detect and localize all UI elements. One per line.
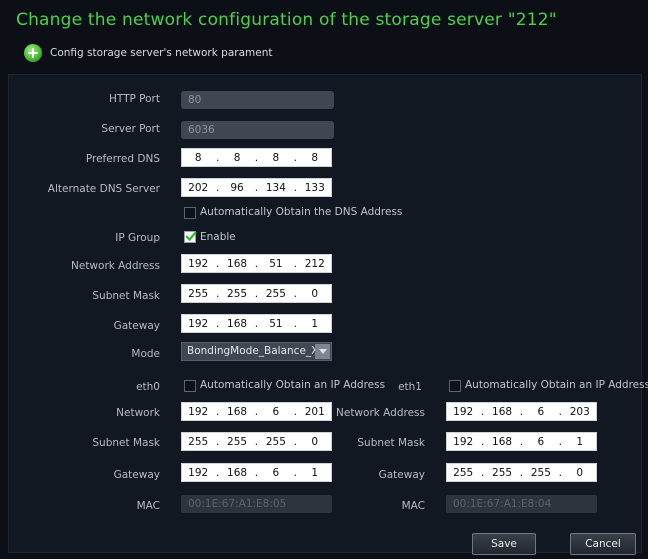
save-button[interactable]: Save	[472, 533, 536, 555]
eth1-network-address-input[interactable]: 192. 168. 6. 203	[446, 402, 597, 421]
server-port-field: 6036	[181, 121, 334, 139]
ip-octet[interactable]: 255	[183, 436, 213, 448]
ip-octet[interactable]: 192	[183, 318, 213, 330]
ip-octet[interactable]: 6	[261, 467, 291, 479]
ip-octet[interactable]: 255	[261, 288, 291, 300]
eth1-network-address-label: Network Address	[336, 407, 425, 419]
network-config-dialog: Change the network configuration of the …	[0, 0, 648, 559]
ip-octet[interactable]: 8	[300, 152, 330, 164]
chevron-down-icon[interactable]	[315, 344, 330, 359]
ip-octet[interactable]: 255	[448, 467, 478, 479]
ip-group-label: IP Group	[115, 232, 160, 244]
ip-octet[interactable]: 8	[261, 152, 291, 164]
eth1-mac-field: 00:1E:67:A1:E8:04	[446, 495, 597, 513]
subheader-text: Config storage server's network parament	[50, 47, 273, 59]
subnet-mask-label: Subnet Mask	[92, 290, 160, 302]
eth1-gateway-label: Gateway	[378, 469, 425, 481]
cancel-button[interactable]: Cancel	[570, 533, 636, 555]
eth0-network-input[interactable]: 192. 168. 6. 201	[181, 402, 332, 421]
ip-octet[interactable]: 192	[448, 436, 478, 448]
eth0-subnet-mask-input[interactable]: 255. 255. 255. 0	[181, 432, 332, 451]
auto-dns-checkbox[interactable]	[184, 207, 196, 219]
eth1-subnet-mask-input[interactable]: 192. 168. 6. 1	[446, 432, 597, 451]
ip-octet[interactable]: 0	[300, 288, 330, 300]
network-address-label: Network Address	[71, 260, 160, 272]
ip-octet[interactable]: 8	[222, 152, 252, 164]
http-port-label: HTTP Port	[108, 93, 160, 105]
eth0-label: eth0	[136, 381, 160, 393]
ip-octet[interactable]: 255	[222, 288, 252, 300]
ip-octet[interactable]: 0	[565, 467, 595, 479]
eth1-subnet-mask-label: Subnet Mask	[357, 437, 425, 449]
ip-octet[interactable]: 6	[261, 406, 291, 418]
preferred-dns-input[interactable]: 8. 8. 8. 8	[181, 148, 332, 167]
ip-octet[interactable]: 0	[300, 436, 330, 448]
ip-octet[interactable]: 192	[183, 467, 213, 479]
checkmark-icon	[185, 231, 197, 242]
ip-octet[interactable]: 192	[448, 406, 478, 418]
eth0-network-label: Network	[116, 407, 160, 419]
eth0-gateway-label: Gateway	[113, 469, 160, 481]
ip-octet[interactable]: 8	[183, 152, 213, 164]
ip-octet[interactable]: 134	[261, 182, 291, 194]
eth1-auto-ip-checkbox[interactable]	[449, 380, 461, 392]
ip-octet[interactable]: 133	[300, 182, 330, 194]
eth0-subnet-mask-label: Subnet Mask	[92, 437, 160, 449]
ip-octet[interactable]: 6	[526, 406, 556, 418]
ip-octet[interactable]: 255	[526, 467, 556, 479]
alternate-dns-label: Alternate DNS Server	[47, 183, 160, 195]
gateway-input[interactable]: 192. 168. 51. 1	[181, 314, 332, 333]
ip-octet[interactable]: 255	[183, 288, 213, 300]
http-port-field: 80	[181, 91, 334, 109]
mode-select-value: BondingMode_Balance_X	[187, 345, 319, 357]
ip-octet[interactable]: 1	[300, 467, 330, 479]
eth0-mac-field: 00:1E:67:A1:E8:05	[181, 495, 332, 513]
eth0-auto-ip-label: Automatically Obtain an IP Address	[200, 379, 386, 391]
mode-select[interactable]: BondingMode_Balance_X	[181, 342, 332, 361]
ip-octet[interactable]: 255	[261, 436, 291, 448]
eth0-auto-ip-checkbox[interactable]	[184, 380, 196, 392]
ip-octet[interactable]: 168	[487, 436, 517, 448]
eth0-gateway-input[interactable]: 192. 168. 6. 1	[181, 463, 332, 482]
ip-octet[interactable]: 203	[565, 406, 595, 418]
ip-group-enable-checkbox[interactable]	[184, 231, 197, 243]
eth1-label: eth1	[398, 381, 422, 393]
eth1-auto-ip-label: Automatically Obtain an IP Address	[465, 379, 648, 391]
ip-octet[interactable]: 192	[183, 406, 213, 418]
ip-octet[interactable]: 6	[526, 436, 556, 448]
ip-octet[interactable]: 255	[487, 467, 517, 479]
ip-octet[interactable]: 168	[222, 467, 252, 479]
ip-octet[interactable]: 212	[300, 258, 330, 270]
ip-octet[interactable]: 202	[183, 182, 213, 194]
server-port-label: Server Port	[101, 123, 160, 135]
network-address-input[interactable]: 192. 168. 51. 212	[181, 254, 332, 273]
mode-label: Mode	[131, 348, 160, 360]
ip-octet[interactable]: 96	[222, 182, 252, 194]
ip-group-enable-label: Enable	[200, 231, 236, 243]
alternate-dns-input[interactable]: 202. 96. 134. 133	[181, 178, 332, 197]
ip-octet[interactable]: 1	[565, 436, 595, 448]
ip-octet[interactable]: 51	[261, 258, 291, 270]
plus-icon	[24, 44, 42, 62]
ip-octet[interactable]: 168	[222, 318, 252, 330]
ip-octet[interactable]: 201	[300, 406, 330, 418]
ip-octet[interactable]: 51	[261, 318, 291, 330]
ip-octet[interactable]: 168	[222, 258, 252, 270]
preferred-dns-label: Preferred DNS	[85, 153, 160, 165]
eth0-mac-label: MAC	[136, 500, 160, 512]
auto-dns-label: Automatically Obtain the DNS Address	[200, 206, 403, 218]
subnet-mask-input[interactable]: 255. 255. 255. 0	[181, 284, 332, 303]
dialog-title: Change the network configuration of the …	[16, 10, 557, 30]
ip-octet[interactable]: 1	[300, 318, 330, 330]
ip-octet[interactable]: 192	[183, 258, 213, 270]
eth1-gateway-input[interactable]: 255. 255. 255. 0	[446, 463, 597, 482]
gateway-label: Gateway	[113, 320, 160, 332]
subheader: Config storage server's network parament	[24, 44, 272, 62]
eth1-mac-label: MAC	[401, 500, 425, 512]
ip-octet[interactable]: 168	[222, 406, 252, 418]
ip-octet[interactable]: 255	[222, 436, 252, 448]
ip-octet[interactable]: 168	[487, 406, 517, 418]
